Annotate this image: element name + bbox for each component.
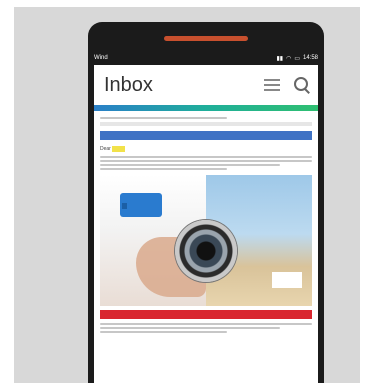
email-text-line [100, 164, 281, 166]
app-bar: Inbox [94, 65, 318, 105]
email-red-banner [100, 310, 312, 319]
email-blue-banner [100, 131, 312, 140]
email-text-line [100, 168, 228, 170]
email-greeting: Dear name [100, 146, 125, 152]
email-text-line [100, 156, 312, 158]
battery-icon: ▭ [294, 55, 300, 62]
email-text-line [100, 327, 281, 329]
email-grey-banner [100, 122, 312, 126]
hero-logo [272, 272, 302, 288]
app-screen: Inbox Dear name [94, 65, 318, 383]
email-text-line [100, 323, 312, 325]
inbox-title: Inbox [104, 73, 153, 96]
email-text-line [100, 331, 228, 333]
email-header-line [100, 117, 228, 119]
email-text-line [100, 160, 312, 162]
wifi-icon: ◠ [286, 55, 292, 62]
status-bar: Wind ▮▮ ◠ ▭ 14:58 [94, 52, 318, 64]
camera-lens-icon [175, 219, 237, 282]
speaker-grille [164, 36, 248, 41]
hero-callout-box [120, 193, 162, 217]
hamburger-icon[interactable] [264, 79, 280, 91]
email-body: Dear name [94, 111, 318, 339]
search-icon[interactable] [294, 77, 310, 93]
carrier-label: Wind [94, 55, 108, 61]
clock-label: 14:58 [302, 55, 318, 61]
phone-device: Wind ▮▮ ◠ ▭ 14:58 Inbox Dear name [88, 22, 324, 383]
hero-image[interactable] [100, 175, 312, 306]
signal-icon: ▮▮ [276, 55, 284, 62]
